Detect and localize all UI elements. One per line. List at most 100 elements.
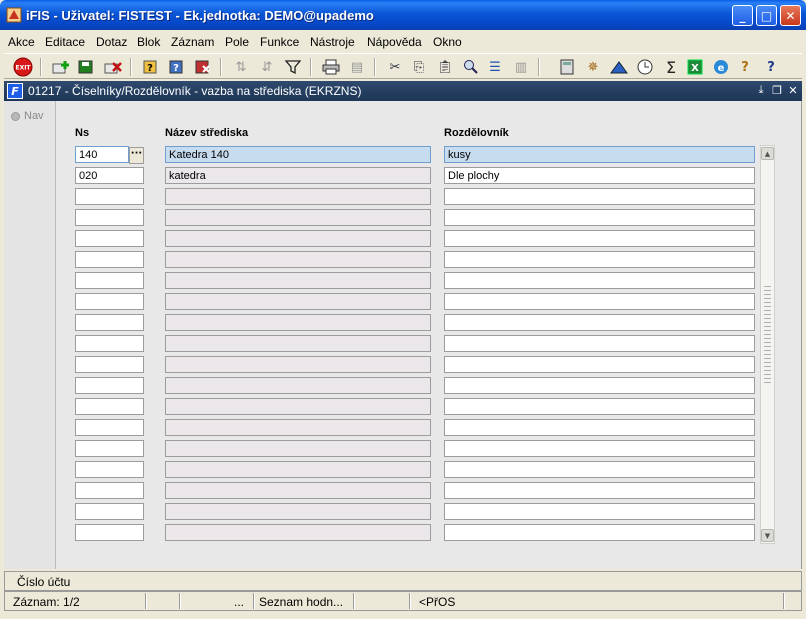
menu-okno[interactable]: Okno (433, 35, 462, 49)
ns-field[interactable] (75, 293, 144, 310)
ns-field[interactable] (75, 314, 144, 331)
rozdelovnik-field[interactable] (444, 398, 755, 415)
close-button[interactable]: ✕ (780, 5, 801, 26)
ns-field[interactable] (75, 209, 144, 226)
rozdelovnik-field[interactable] (444, 335, 755, 352)
nazev-strediska-field[interactable] (165, 377, 431, 394)
filter-icon[interactable] (282, 56, 304, 78)
execute-query-icon[interactable]: ? (166, 56, 188, 78)
rozdelovnik-field[interactable] (444, 209, 755, 226)
nazev-strediska-field[interactable]: katedra (165, 167, 431, 184)
list-of-values-button[interactable]: ··· (129, 147, 144, 164)
rozdelovnik-field[interactable] (444, 503, 755, 520)
rozdelovnik-field[interactable]: kusy (444, 146, 755, 163)
title-bar[interactable]: iFIS - Uživatel: FISTEST - Ek.jednotka: … (0, 0, 806, 30)
list-icon[interactable]: ☰ (484, 56, 506, 78)
nazev-strediska-field[interactable] (165, 314, 431, 331)
menu-blok[interactable]: Blok (137, 35, 160, 49)
ns-field[interactable] (75, 335, 144, 352)
nazev-strediska-field[interactable] (165, 230, 431, 247)
nazev-strediska-field[interactable] (165, 419, 431, 436)
nazev-strediska-field[interactable] (165, 461, 431, 478)
paste-icon[interactable]: 📋︎ (434, 56, 456, 78)
clock-icon[interactable] (634, 56, 656, 78)
ns-field[interactable] (75, 188, 144, 205)
delete-record-icon[interactable] (102, 56, 124, 78)
rozdelovnik-field[interactable] (444, 377, 755, 394)
ns-field[interactable]: 020 (75, 167, 144, 184)
context-help-icon[interactable]: ? (734, 56, 756, 78)
scroll-down-icon[interactable]: ▼ (761, 529, 774, 542)
vertical-scrollbar[interactable]: ▲ ▼ (760, 145, 775, 544)
nazev-strediska-field[interactable] (165, 524, 431, 541)
enter-query-icon[interactable]: ? (140, 56, 162, 78)
nazev-strediska-field[interactable]: Katedra 140 (165, 146, 431, 163)
columns-icon[interactable]: ▥ (510, 56, 532, 78)
menu-zaznam[interactable]: Záznam (171, 35, 214, 49)
scroll-grip[interactable] (764, 286, 771, 386)
ns-field[interactable] (75, 398, 144, 415)
settings-wheel-icon[interactable]: ✵ (582, 56, 604, 78)
nazev-strediska-field[interactable] (165, 272, 431, 289)
print-preview-icon[interactable]: ▤ (346, 56, 368, 78)
nazev-strediska-field[interactable] (165, 335, 431, 352)
rozdelovnik-field[interactable]: Dle plochy (444, 167, 755, 184)
rozdelovnik-field[interactable] (444, 356, 755, 373)
menu-editace[interactable]: Editace (45, 35, 85, 49)
cut-icon[interactable]: ✂ (384, 56, 406, 78)
nazev-strediska-field[interactable] (165, 251, 431, 268)
insert-record-icon[interactable] (50, 56, 72, 78)
ns-field[interactable] (75, 524, 144, 541)
exit-button[interactable]: EXIT (12, 56, 34, 78)
form-restore-icon[interactable]: ❐ (770, 83, 784, 97)
minimize-button[interactable]: _ (732, 5, 753, 26)
rozdelovnik-field[interactable] (444, 251, 755, 268)
menu-napoveda[interactable]: Nápověda (367, 35, 422, 49)
ns-field[interactable] (75, 356, 144, 373)
scroll-up-icon[interactable]: ▲ (761, 147, 774, 160)
ns-field[interactable]: 140 (75, 146, 129, 163)
nazev-strediska-field[interactable] (165, 440, 431, 457)
rozdelovnik-field[interactable] (444, 188, 755, 205)
copy-icon[interactable]: ⎘ (408, 56, 430, 78)
help-icon[interactable]: ? (760, 56, 782, 78)
nazev-strediska-field[interactable] (165, 293, 431, 310)
sort-descending-icon[interactable]: ⇵ (256, 56, 278, 78)
sum-icon[interactable]: Σ (660, 56, 682, 78)
rozdelovnik-field[interactable] (444, 482, 755, 499)
excel-icon[interactable]: X (684, 56, 706, 78)
menu-funkce[interactable]: Funkce (260, 35, 299, 49)
sort-ascending-icon[interactable]: ⇅ (230, 56, 252, 78)
nazev-strediska-field[interactable] (165, 209, 431, 226)
ns-field[interactable] (75, 230, 144, 247)
find-icon[interactable] (460, 56, 482, 78)
nazev-strediska-field[interactable] (165, 398, 431, 415)
cancel-query-icon[interactable] (192, 56, 214, 78)
chart-icon[interactable] (608, 56, 630, 78)
nav-radio[interactable] (11, 112, 20, 121)
rozdelovnik-field[interactable] (444, 461, 755, 478)
rozdelovnik-field[interactable] (444, 419, 755, 436)
ns-field[interactable] (75, 440, 144, 457)
menu-akce[interactable]: Akce (8, 35, 35, 49)
maximize-button[interactable]: □ (756, 5, 777, 26)
ns-field[interactable] (75, 503, 144, 520)
form-title-bar[interactable]: F 01217 - Číselníky/Rozdělovník - vazba … (4, 81, 802, 101)
rozdelovnik-field[interactable] (444, 293, 755, 310)
print-icon[interactable] (320, 56, 342, 78)
rozdelovnik-field[interactable] (444, 272, 755, 289)
ns-field[interactable] (75, 482, 144, 499)
ns-field[interactable] (75, 419, 144, 436)
save-record-icon[interactable] (76, 56, 98, 78)
rozdelovnik-field[interactable] (444, 230, 755, 247)
rozdelovnik-field[interactable] (444, 440, 755, 457)
nazev-strediska-field[interactable] (165, 482, 431, 499)
nazev-strediska-field[interactable] (165, 356, 431, 373)
menu-nastroje[interactable]: Nástroje (310, 35, 355, 49)
form-minimize-icon[interactable]: ⤓ (754, 83, 768, 97)
menu-pole[interactable]: Pole (225, 35, 249, 49)
nazev-strediska-field[interactable] (165, 188, 431, 205)
rozdelovnik-field[interactable] (444, 314, 755, 331)
menu-dotaz[interactable]: Dotaz (96, 35, 127, 49)
browser-icon[interactable]: e (710, 56, 732, 78)
